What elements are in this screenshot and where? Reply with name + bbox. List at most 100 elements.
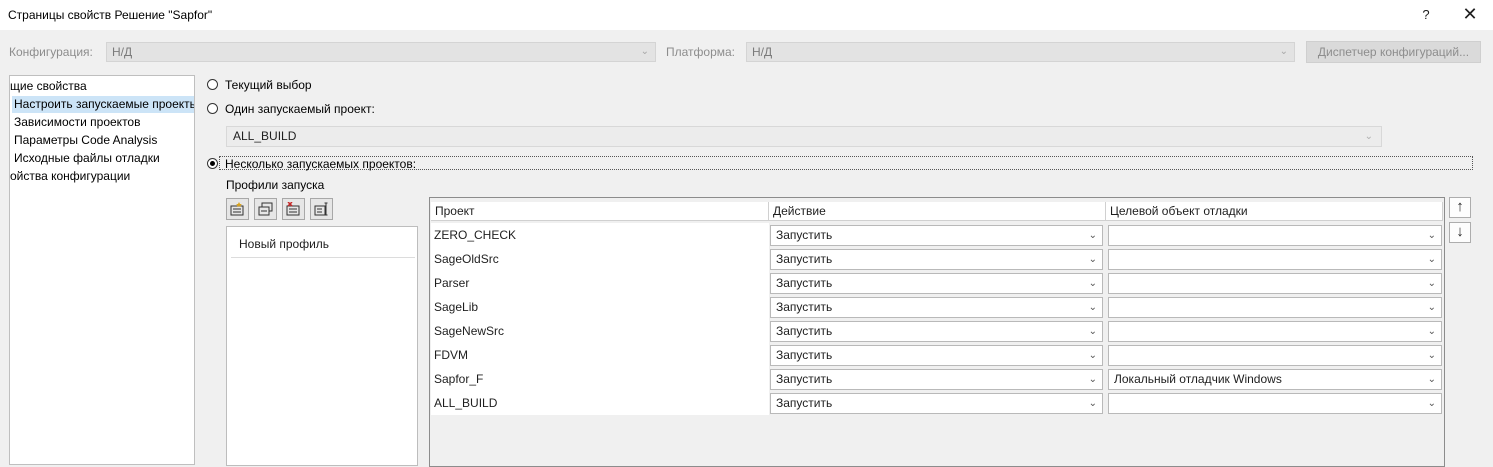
- multiple-projects-label[interactable]: Несколько запускаемых проектов:: [225, 157, 416, 171]
- chevron-down-icon: ⌄: [1088, 230, 1097, 241]
- platform-dropdown[interactable]: Н/Д ⌄: [746, 42, 1295, 62]
- project-name-cell: ZERO_CHECK: [431, 223, 769, 247]
- profile-item[interactable]: Новый профиль: [231, 230, 415, 258]
- action-dropdown[interactable]: Запустить ⌄: [770, 369, 1103, 390]
- move-down-button[interactable]: ↓: [1449, 222, 1471, 243]
- chevron-down-icon: ⌄: [1427, 398, 1436, 409]
- debug-target-dropdown[interactable]: ⌄: [1108, 393, 1442, 414]
- action-value: Запустить: [776, 348, 833, 362]
- action-value: Запустить: [776, 252, 833, 266]
- chevron-down-icon: ⌄: [1088, 278, 1097, 289]
- arrow-up-icon: ↑: [1456, 198, 1464, 215]
- chevron-down-icon: ⌄: [640, 46, 649, 57]
- configuration-value: Н/Д: [112, 45, 133, 59]
- table-row[interactable]: Parser Запустить ⌄ ⌄: [431, 271, 1443, 295]
- tree-item-common-properties[interactable]: щие свойства: [10, 78, 194, 95]
- table-row[interactable]: SageOldSrc Запустить ⌄ ⌄: [431, 247, 1443, 271]
- debug-target-value: Локальный отладчик Windows: [1114, 372, 1282, 386]
- tree-item-debug-source-files[interactable]: Исходные файлы отладки: [14, 150, 160, 167]
- project-name-cell: SageOldSrc: [431, 247, 769, 271]
- column-header-project[interactable]: Проект: [431, 202, 769, 221]
- project-name-cell: Parser: [431, 271, 769, 295]
- chevron-down-icon: ⌄: [1088, 350, 1097, 361]
- close-button[interactable]: ✕: [1460, 4, 1480, 24]
- chevron-down-icon: ⌄: [1088, 326, 1097, 337]
- debug-target-dropdown[interactable]: ⌄: [1108, 345, 1442, 366]
- window-title: Страницы свойств Решение "Sapfor": [8, 8, 213, 22]
- rename-profile-icon: [314, 202, 328, 216]
- current-selection-radio[interactable]: [207, 79, 218, 90]
- column-header-action[interactable]: Действие: [769, 202, 1106, 221]
- project-name-cell: SageNewSrc: [431, 319, 769, 343]
- debug-target-dropdown[interactable]: ⌄: [1108, 273, 1442, 294]
- chevron-down-icon: ⌄: [1427, 302, 1436, 313]
- tree-item-code-analysis[interactable]: Параметры Code Analysis: [14, 132, 157, 149]
- project-name-cell: ALL_BUILD: [431, 391, 769, 415]
- table-row[interactable]: SageNewSrc Запустить ⌄ ⌄: [431, 319, 1443, 343]
- action-dropdown[interactable]: Запустить ⌄: [770, 345, 1103, 366]
- action-dropdown[interactable]: Запустить ⌄: [770, 393, 1103, 414]
- rename-profile-button[interactable]: [310, 198, 333, 220]
- chevron-down-icon: ⌄: [1088, 374, 1097, 385]
- chevron-down-icon: ⌄: [1088, 398, 1097, 409]
- table-row[interactable]: ZERO_CHECK Запустить ⌄ ⌄: [431, 223, 1443, 247]
- platform-label: Платформа:: [666, 45, 736, 59]
- copy-profile-button[interactable]: [254, 198, 277, 220]
- multiple-projects-radio[interactable]: [207, 158, 218, 169]
- configuration-dropdown[interactable]: Н/Д ⌄: [106, 42, 656, 62]
- delete-profile-icon: [286, 202, 300, 216]
- configuration-manager-button[interactable]: Диспетчер конфигураций...: [1306, 41, 1481, 63]
- tree-item-project-dependencies[interactable]: Зависимости проектов: [14, 114, 140, 131]
- tree-item-startup-projects[interactable]: Настроить запускаемые проекты: [12, 96, 194, 113]
- chevron-down-icon: ⌄: [1364, 131, 1373, 142]
- debug-target-dropdown[interactable]: ⌄: [1108, 321, 1442, 342]
- action-value: Запустить: [776, 372, 833, 386]
- table-row[interactable]: FDVM Запустить ⌄ ⌄: [431, 343, 1443, 367]
- chevron-down-icon: ⌄: [1427, 374, 1436, 385]
- action-dropdown[interactable]: Запустить ⌄: [770, 273, 1103, 294]
- chevron-down-icon: ⌄: [1279, 46, 1288, 57]
- arrow-down-icon: ↓: [1456, 223, 1464, 240]
- configuration-label: Конфигурация:: [9, 45, 93, 59]
- action-value: Запустить: [776, 300, 833, 314]
- single-project-value: ALL_BUILD: [233, 129, 297, 143]
- help-button[interactable]: ?: [1416, 5, 1436, 25]
- action-value: Запустить: [776, 396, 833, 410]
- debug-target-dropdown[interactable]: ⌄: [1108, 225, 1442, 246]
- copy-profile-icon: [258, 202, 273, 216]
- chevron-down-icon: ⌄: [1427, 230, 1436, 241]
- chevron-down-icon: ⌄: [1088, 302, 1097, 313]
- project-name-cell: SageLib: [431, 295, 769, 319]
- column-header-debug-target[interactable]: Целевой объект отладки: [1106, 202, 1443, 221]
- profile-list[interactable]: Новый профиль: [226, 226, 418, 466]
- table-row[interactable]: Sapfor_F Запустить ⌄ Локальный отладчик W…: [431, 367, 1443, 391]
- action-value: Запустить: [776, 324, 833, 338]
- startup-projects-grid[interactable]: Проект Действие Целевой объект отладки Z…: [429, 197, 1445, 467]
- project-name-cell: FDVM: [431, 343, 769, 367]
- chevron-down-icon: ⌄: [1427, 350, 1436, 361]
- action-dropdown[interactable]: Запустить ⌄: [770, 321, 1103, 342]
- new-profile-button[interactable]: [226, 198, 249, 220]
- delete-profile-button[interactable]: [282, 198, 305, 220]
- move-up-button[interactable]: ↑: [1449, 197, 1471, 218]
- action-value: Запустить: [776, 276, 833, 290]
- single-project-radio[interactable]: [207, 103, 218, 114]
- chevron-down-icon: ⌄: [1427, 254, 1436, 265]
- tree-item-configuration-properties[interactable]: ойства конфигурации: [10, 168, 130, 185]
- action-value: Запустить: [776, 228, 833, 242]
- platform-value: Н/Д: [752, 45, 773, 59]
- table-row[interactable]: SageLib Запустить ⌄ ⌄: [431, 295, 1443, 319]
- table-row[interactable]: ALL_BUILD Запустить ⌄ ⌄: [431, 391, 1443, 415]
- debug-target-dropdown[interactable]: Локальный отладчик Windows ⌄: [1108, 369, 1442, 390]
- single-project-label[interactable]: Один запускаемый проект:: [225, 102, 375, 116]
- title-bar: Страницы свойств Решение "Sapfor" ? ✕: [0, 0, 1493, 30]
- action-dropdown[interactable]: Запустить ⌄: [770, 225, 1103, 246]
- action-dropdown[interactable]: Запустить ⌄: [770, 297, 1103, 318]
- chevron-down-icon: ⌄: [1427, 326, 1436, 337]
- property-tree[interactable]: щие свойства Настроить запускаемые проек…: [9, 75, 195, 465]
- current-selection-label[interactable]: Текущий выбор: [225, 78, 312, 92]
- action-dropdown[interactable]: Запустить ⌄: [770, 249, 1103, 270]
- debug-target-dropdown[interactable]: ⌄: [1108, 297, 1442, 318]
- single-project-dropdown[interactable]: ALL_BUILD ⌄: [226, 126, 1382, 147]
- debug-target-dropdown[interactable]: ⌄: [1108, 249, 1442, 270]
